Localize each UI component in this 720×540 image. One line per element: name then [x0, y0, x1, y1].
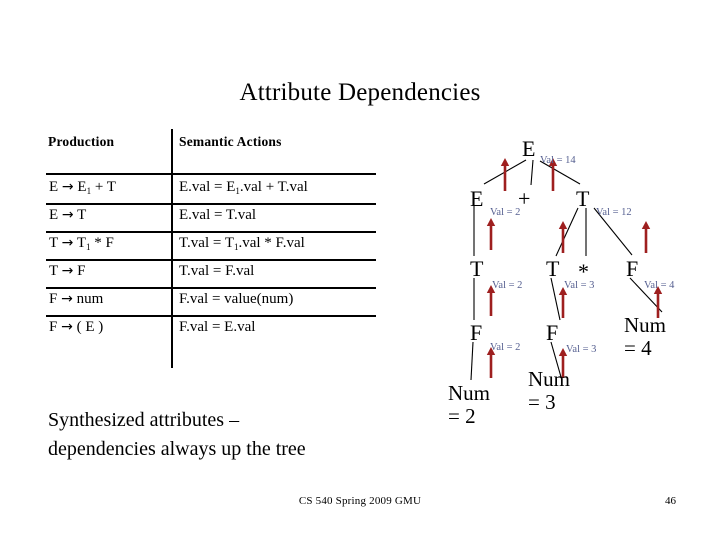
value-label-F-right: Val = 4	[644, 280, 675, 291]
footer-course-label: CS 540 Spring 2009 GMU	[298, 495, 422, 507]
tree-node-E-root: E	[522, 136, 536, 161]
tree-node-F-left: F	[470, 320, 483, 345]
slide-canvas: Attribute Dependencies Production Semant…	[0, 0, 720, 540]
value-label-E-root: Val = 14	[540, 155, 576, 166]
table-cell-production: E → E1 + T	[49, 179, 116, 196]
table-header-production: Production	[48, 134, 115, 149]
table-cell-production: T → F	[49, 263, 86, 279]
table-cell-action: F.val = value(num)	[179, 291, 294, 307]
table-cell-production: T → T1 * F	[49, 235, 114, 252]
tree-node-T-left: T	[470, 256, 484, 281]
dependency-arrow-arrow-tleft-to-eleft	[486, 218, 496, 250]
tree-node-E-left: E	[470, 186, 484, 211]
summary-note-line-2: dependencies always up the tree	[48, 438, 306, 460]
tree-edge	[550, 277, 561, 321]
table-cell-action: E.val = E1.val + T.val	[179, 179, 308, 196]
value-label-T-right: Val = 12	[596, 207, 632, 218]
tree-edge	[470, 341, 474, 381]
tree-edge	[530, 159, 534, 186]
table-cell-production: F → num	[49, 291, 104, 307]
value-label-E-left: Val = 2	[490, 207, 521, 218]
production-table: Production Semantic Actions E → E1 + T E.…	[46, 129, 376, 368]
table-row: F → ( E ) F.val = E.val	[46, 315, 376, 343]
tree-node-star: *	[578, 259, 589, 284]
value-label-F-mid: Val = 3	[566, 344, 597, 355]
dependency-arrow-arrow-eleft-to-root	[500, 158, 510, 191]
table-cell-production: F → ( E )	[49, 319, 104, 335]
tree-leaf-num-2: Num = 2	[448, 381, 490, 428]
tree-edge	[555, 207, 579, 257]
table-row: T → F T.val = F.val	[46, 259, 376, 287]
tree-node-F-mid: F	[546, 320, 559, 345]
tree-node-T-right: T	[576, 186, 590, 211]
summary-note: Synthesized attributes – dependencies al…	[48, 406, 428, 464]
value-label-T-left: Val = 2	[492, 280, 523, 291]
table-cell-action: T.val = F.val	[179, 263, 255, 279]
tree-leaf-num-4: Num = 4	[624, 313, 666, 360]
tree-leaf-num-3: Num = 3	[528, 367, 570, 414]
table-header-semantic-actions: Semantic Actions	[179, 134, 282, 149]
table-cell-action: E.val = T.val	[179, 207, 257, 223]
table-header-row: Production Semantic Actions	[46, 129, 376, 173]
table-cell-action: F.val = E.val	[179, 319, 256, 335]
table-row: E → E1 + T E.val = E1.val + T.val	[46, 175, 376, 203]
table-row: E → T E.val = T.val	[46, 203, 376, 231]
tree-node-T-mid: T	[546, 256, 560, 281]
table-cell-production: E → T	[49, 207, 87, 223]
footer-page-number: 46	[665, 495, 676, 507]
value-label-F-left: Val = 2	[490, 342, 521, 353]
dependency-arrow-arrow-fright-to-tright	[641, 221, 651, 253]
table-row: F → num F.val = value(num)	[46, 287, 376, 315]
table-cell-action: T.val = T1.val * F.val	[179, 235, 305, 252]
tree-node-F-right: F	[626, 256, 639, 281]
summary-note-line-1: Synthesized attributes –	[48, 409, 240, 431]
parse-tree-diagram: E Val = 14 E Val = 2 + T Val = 12 T Val = 2 T Val …	[418, 128, 720, 458]
table-row: T → T1 * F T.val = T1.val * F.val	[46, 231, 376, 259]
page-title: Attribute Dependencies	[239, 79, 481, 106]
tree-node-plus: +	[518, 186, 531, 211]
